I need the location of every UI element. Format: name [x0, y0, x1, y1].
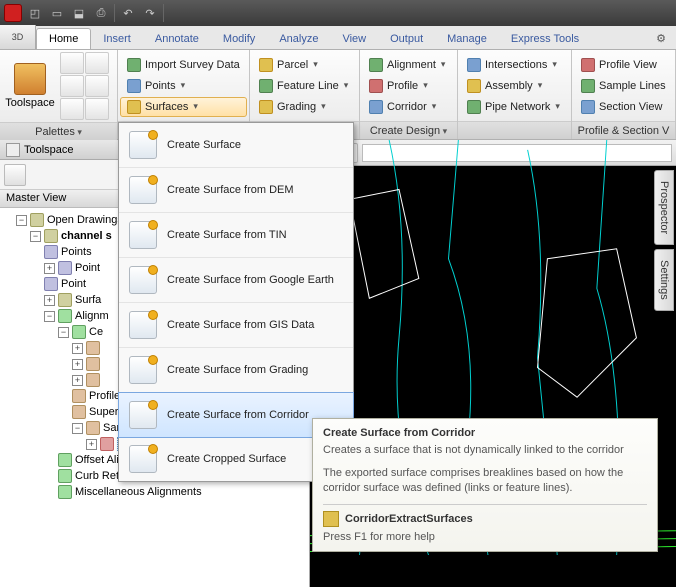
surface-grading-icon: [129, 356, 157, 384]
tree-misc-alignments[interactable]: Miscellaneous Alignments: [75, 486, 202, 498]
surface-gis-icon: [129, 311, 157, 339]
tooltip-desc-2: The exported surface comprises breakline…: [323, 466, 647, 496]
palettes-toggle-grid: [60, 52, 109, 120]
palette-toggle-3[interactable]: [60, 75, 84, 97]
tab-manage[interactable]: Manage: [435, 29, 499, 49]
qat-undo-icon[interactable]: ↶: [119, 4, 137, 22]
ribbon-tabs: 3D Home Insert Annotate Modify Analyze V…: [0, 26, 676, 50]
profile-view-icon: [581, 58, 595, 72]
panel-title-create-design[interactable]: Create Design: [360, 121, 457, 139]
workspace-3d-button[interactable]: 3D: [0, 25, 36, 49]
profile-icon: [369, 79, 383, 93]
surfaces-button[interactable]: Surfaces▾: [120, 97, 247, 117]
qat-save-icon[interactable]: ⬓: [70, 4, 88, 22]
tree-points[interactable]: Points: [61, 246, 92, 258]
tree-point-groups-1[interactable]: Point: [75, 262, 100, 274]
menu-surface-from-google-earth[interactable]: Create Surface from Google Earth: [119, 258, 353, 303]
menu-surface-from-dem[interactable]: Create Surface from DEM: [119, 168, 353, 213]
tooltip-desc-1: Creates a surface that is not dynamicall…: [323, 443, 647, 458]
palette-toggle-1[interactable]: [60, 52, 84, 74]
menu-create-surface[interactable]: Create Surface: [119, 123, 353, 168]
surface-tin-icon: [129, 221, 157, 249]
tab-express-tools[interactable]: Express Tools: [499, 29, 591, 49]
parcel-icon: [259, 58, 273, 72]
toolspace-label: Toolspace: [5, 97, 55, 109]
toolspace-close-icon[interactable]: [6, 143, 20, 157]
section-view-button[interactable]: Section View: [574, 97, 673, 117]
panel-title-profile-section[interactable]: Profile & Section V: [572, 121, 675, 139]
sample-lines-icon: [581, 79, 595, 93]
tab-home[interactable]: Home: [36, 28, 91, 49]
alignment-icon: [369, 58, 383, 72]
tab-options-icon[interactable]: ⚙: [646, 28, 676, 49]
tree-centerline[interactable]: Ce: [89, 326, 103, 338]
corridor-button[interactable]: Corridor▾: [362, 97, 452, 117]
tree-open-drawings[interactable]: Open Drawings: [47, 214, 123, 226]
tab-modify[interactable]: Modify: [211, 29, 267, 49]
qat-open-icon[interactable]: ▭: [48, 4, 66, 22]
intersections-icon: [467, 58, 481, 72]
tooltip-command-icon: [323, 511, 339, 527]
menu-surface-from-gis[interactable]: Create Surface from GIS Data: [119, 303, 353, 348]
grading-icon: [259, 100, 273, 114]
assembly-button[interactable]: Assembly▾: [460, 76, 567, 96]
assembly-icon: [467, 79, 481, 93]
tooltip-help: Press F1 for more help: [323, 531, 647, 543]
surface-cropped-icon: [129, 445, 157, 473]
toolspace-button[interactable]: Toolspace: [2, 52, 58, 120]
pipe-network-button[interactable]: Pipe Network▾: [460, 97, 567, 117]
tree-drawing[interactable]: channel s: [61, 230, 112, 242]
surface-ge-icon: [129, 266, 157, 294]
corridor-icon: [369, 100, 383, 114]
tooltip-command: CorridorExtractSurfaces: [345, 513, 473, 525]
points-icon: [127, 79, 141, 93]
import-survey-icon: [127, 58, 141, 72]
tree-point-clouds[interactable]: Point: [61, 278, 86, 290]
parcel-button[interactable]: Parcel▾: [252, 55, 355, 75]
menu-surface-from-grading[interactable]: Create Surface from Grading: [119, 348, 353, 393]
app-icon[interactable]: [4, 4, 22, 22]
tooltip-title: Create Surface from Corridor: [323, 427, 647, 439]
toolspace-title: Toolspace: [24, 144, 74, 156]
command-tooltip: Create Surface from Corridor Creates a s…: [312, 418, 658, 552]
pipe-network-icon: [467, 100, 481, 114]
profile-view-button[interactable]: Profile View: [574, 55, 673, 75]
panel-title-palettes[interactable]: Palettes: [0, 122, 117, 140]
surface-corridor-icon: [129, 401, 157, 429]
menu-surface-from-tin[interactable]: Create Surface from TIN: [119, 213, 353, 258]
side-tab-prospector[interactable]: Prospector: [654, 170, 674, 245]
grading-button[interactable]: Grading▾: [252, 97, 355, 117]
points-button[interactable]: Points▾: [120, 76, 247, 96]
surfaces-icon: [127, 100, 141, 114]
tab-insert[interactable]: Insert: [91, 29, 143, 49]
feature-line-button[interactable]: Feature Line▾: [252, 76, 355, 96]
palette-toggle-4[interactable]: [85, 75, 109, 97]
profile-button[interactable]: Profile▾: [362, 76, 452, 96]
sample-lines-button[interactable]: Sample Lines: [574, 76, 673, 96]
palette-toggle-6[interactable]: [85, 98, 109, 120]
side-tab-settings[interactable]: Settings: [654, 249, 674, 311]
toolspace-tool-1[interactable]: [4, 164, 26, 186]
palette-toggle-5[interactable]: [60, 98, 84, 120]
qat-redo-icon[interactable]: ↷: [141, 4, 159, 22]
qat-new-icon[interactable]: ◰: [26, 4, 44, 22]
palette-toggle-2[interactable]: [85, 52, 109, 74]
feature-line-icon: [259, 79, 273, 93]
tab-view[interactable]: View: [330, 29, 378, 49]
import-survey-data-button[interactable]: Import Survey Data: [120, 55, 247, 75]
panel-title-create-design-r: [458, 121, 571, 139]
section-view-icon: [581, 100, 595, 114]
quick-access-toolbar: ◰ ▭ ⬓ ⎙ ↶ ↷: [0, 0, 676, 26]
alignment-button[interactable]: Alignment▾: [362, 55, 452, 75]
toolspace-icon: [14, 63, 46, 95]
surface-dem-icon: [129, 176, 157, 204]
tree-surfaces[interactable]: Surfa: [75, 294, 101, 306]
tab-output[interactable]: Output: [378, 29, 435, 49]
create-surface-icon: [129, 131, 157, 159]
tree-alignments[interactable]: Alignm: [75, 310, 109, 322]
tab-annotate[interactable]: Annotate: [143, 29, 211, 49]
tab-analyze[interactable]: Analyze: [267, 29, 330, 49]
intersections-button[interactable]: Intersections▾: [460, 55, 567, 75]
qat-print-icon[interactable]: ⎙: [92, 4, 110, 22]
